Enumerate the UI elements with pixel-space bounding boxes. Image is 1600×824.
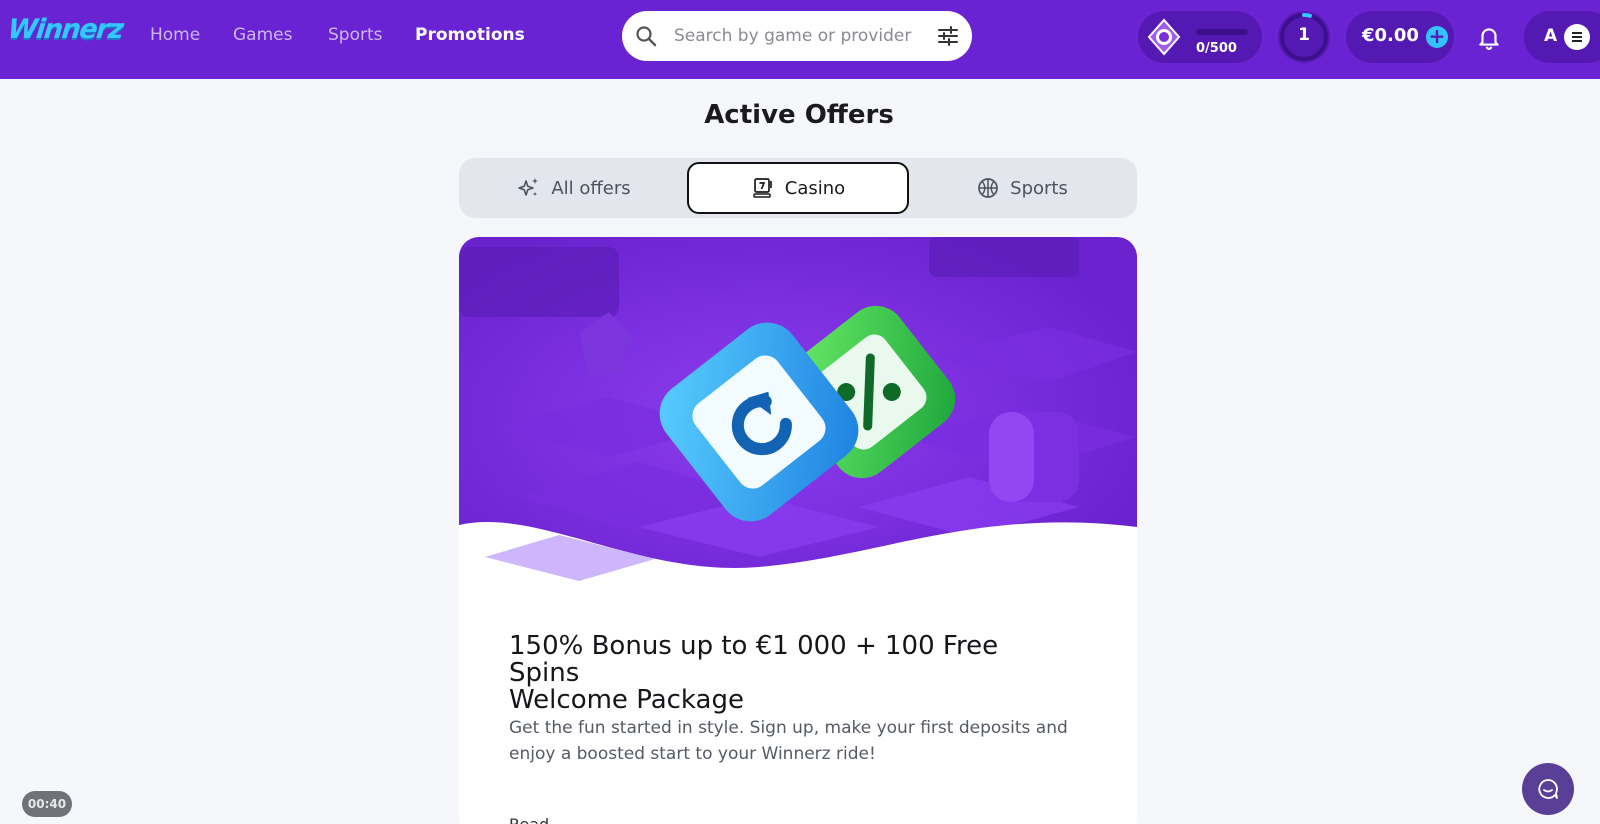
tab-label: Casino — [784, 177, 846, 199]
filter-sliders-icon[interactable] — [936, 24, 960, 48]
balance-amount: €0.00 — [1362, 25, 1419, 46]
tab-label: Sports — [1010, 177, 1068, 199]
xp-progress-widget[interactable]: 0/500 — [1138, 11, 1262, 63]
offer-category-tabs: All offers Casino Sports — [459, 158, 1137, 218]
level-number: 1 — [1298, 25, 1310, 45]
nav-games[interactable]: Games — [233, 25, 292, 45]
offer-description: Get the fun started in style. Sign up, m… — [509, 715, 1069, 767]
account-menu[interactable]: A — [1524, 11, 1600, 63]
xp-progress-bar — [1196, 29, 1248, 35]
offer-title: 150% Bonus up to €1 000 + 100 Free Spins… — [509, 633, 1069, 714]
live-chat-button[interactable] — [1522, 763, 1574, 815]
level-indicator[interactable]: 1 — [1278, 11, 1330, 63]
tab-sports[interactable]: Sports — [911, 162, 1133, 214]
nav-home[interactable]: Home — [150, 25, 200, 45]
offer-hero-image — [459, 237, 1137, 597]
offer-card[interactable]: 150% Bonus up to €1 000 + 100 Free Spins… — [459, 237, 1137, 824]
top-navbar: Winnerz Home Games Sports Promotions 0/5… — [0, 0, 1600, 79]
offer-description-line: enjoy a boosted start to your Winnerz ri… — [509, 744, 876, 764]
notification-bell-icon[interactable] — [1476, 24, 1502, 50]
search-input[interactable] — [674, 21, 932, 51]
search-bar — [622, 11, 972, 61]
offer-title-line: 150% Bonus up to €1 000 + 100 Free Spins — [509, 631, 999, 688]
balance-widget[interactable]: €0.00 + — [1346, 11, 1454, 63]
deposit-plus-icon[interactable]: + — [1426, 26, 1448, 48]
basketball-icon — [978, 178, 998, 198]
avatar: A — [1544, 26, 1558, 46]
xp-progress-text: 0/500 — [1196, 41, 1237, 56]
read-more-link[interactable]: Read — [509, 815, 549, 824]
tab-casino[interactable]: Casino — [687, 162, 909, 214]
hamburger-menu-icon[interactable] — [1564, 24, 1590, 50]
search-icon — [636, 26, 657, 47]
sparkles-icon — [518, 178, 539, 196]
slot-machine-icon — [753, 178, 772, 198]
tab-label: All offers — [551, 177, 631, 199]
session-timer: 00:40 — [22, 791, 72, 817]
chat-bubble-icon — [1538, 779, 1558, 799]
winnerz-logo[interactable]: Winnerz — [6, 14, 124, 45]
offer-description-line: Get the fun started in style. Sign up, m… — [509, 718, 1068, 738]
tab-all-offers[interactable]: All offers — [463, 162, 685, 214]
nav-promotions[interactable]: Promotions — [415, 25, 525, 45]
offer-title-line: Welcome Package — [509, 685, 744, 715]
page-title: Active Offers — [704, 100, 894, 130]
nav-sports[interactable]: Sports — [328, 25, 383, 45]
rank-badge-icon — [1147, 18, 1181, 56]
